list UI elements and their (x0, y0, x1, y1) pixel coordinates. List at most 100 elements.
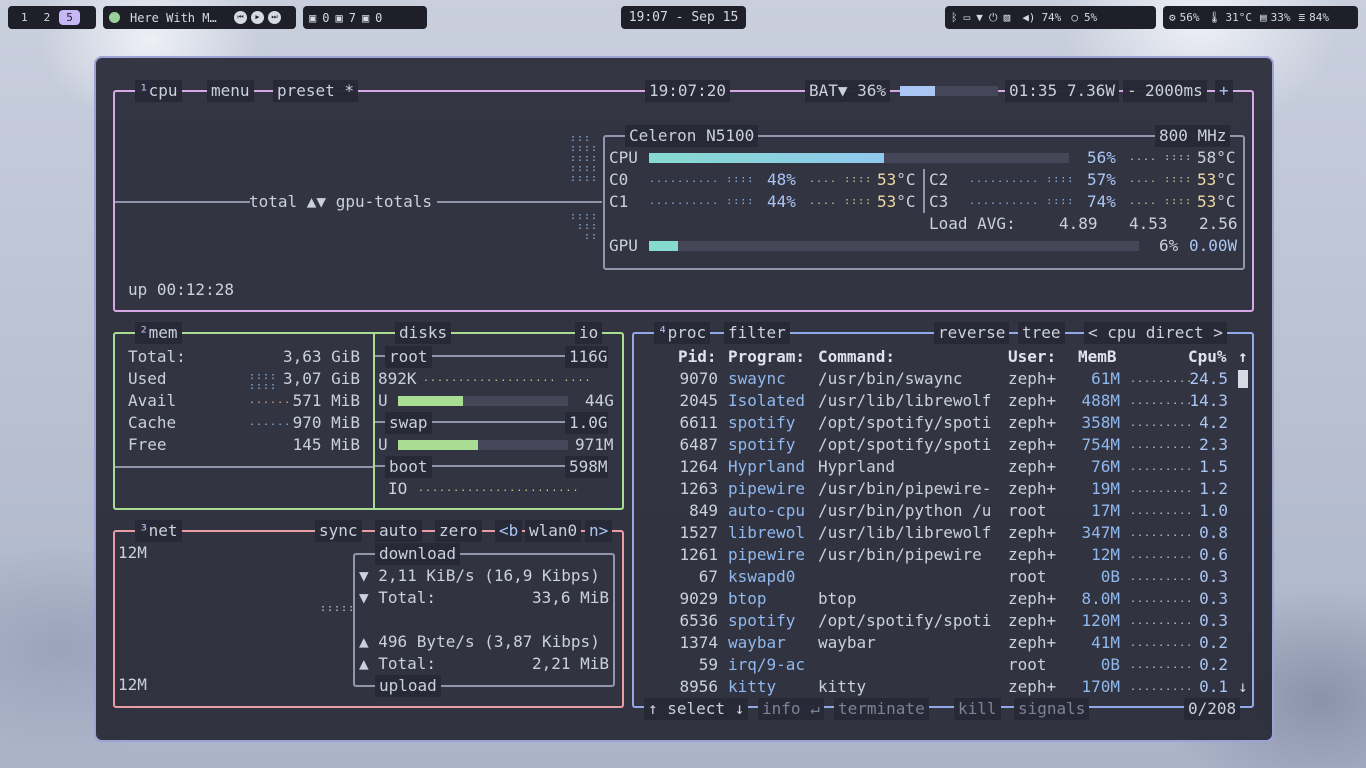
table-row[interactable]: 67 kswapd0 root 0B 0.3......... (634, 566, 1234, 588)
pid-header[interactable]: Pid: (678, 346, 717, 368)
next-track-icon[interactable]: ⏭ (268, 11, 281, 24)
io-tab[interactable]: io (575, 322, 603, 344)
net-tab[interactable]: ³net (135, 520, 182, 542)
reverse-button[interactable]: reverse (934, 322, 1010, 344)
proc-program: spotify (728, 611, 796, 630)
play-icon[interactable]: ▶ (251, 11, 264, 24)
scroll-up-icon[interactable]: ↑ (1238, 346, 1248, 368)
disk-boot-io-graph: ....................... (418, 483, 580, 494)
table-row[interactable]: 1263 pipewire/usr/bin/pipewire-zeph+ 19M 1.… (634, 478, 1234, 500)
proc-user: zeph+ (1008, 545, 1057, 564)
wifi-icon[interactable]: ▼ (976, 11, 983, 24)
brightness-icon[interactable]: ○ (1071, 11, 1078, 24)
mem-tab[interactable]: ²mem (135, 322, 182, 344)
proc-user: zeph+ (1008, 479, 1057, 498)
proc-cpu: 24.5 (1189, 369, 1228, 388)
preset-tab[interactable]: preset * (273, 80, 359, 102)
bluetooth-icon[interactable]: ᛒ (951, 11, 958, 24)
table-row[interactable]: 1264 Hyprland Hyprland zeph+ 76M 1.5......... (634, 456, 1234, 478)
graph-divider-right (437, 201, 602, 203)
menu-tab[interactable]: menu (207, 80, 254, 102)
mem-used-graph: :::::::: (249, 371, 278, 392)
interval-plus-button[interactable]: + (1215, 80, 1233, 102)
cpu-temperature: 58°C (1197, 148, 1236, 167)
table-row[interactable]: 6536 spotify/opt/spotify/spoti zeph+ 120M 0.… (634, 610, 1234, 632)
table-row[interactable]: 1527 librewol/usr/lib/librewolf zeph+ 347M 0… (634, 522, 1234, 544)
proc-mem: 170M (1081, 677, 1120, 696)
workspace-5[interactable]: 5 (59, 10, 80, 25)
previous-track-icon[interactable]: ⏮ (234, 11, 247, 24)
table-row[interactable]: 2045 Isolated/usr/lib/librewolf zeph+ 488M 1… (634, 390, 1234, 412)
tree-button[interactable]: tree (1018, 322, 1065, 344)
battery-status: 01:35 7.36W (1005, 80, 1119, 102)
select-hint[interactable]: ↑ select ↓ (644, 698, 749, 720)
command-header[interactable]: Command: (818, 346, 895, 368)
tray-count-2: 7 (348, 10, 356, 25)
cpu-tab[interactable]: ¹cpu (135, 80, 182, 102)
mem-total-value: 3,63 GiB (282, 347, 360, 366)
table-row[interactable]: 6611 spotify/opt/spotify/spoti zeph+ 358M 4.… (634, 412, 1234, 434)
memory-usage: 33% (1270, 11, 1291, 24)
info-button[interactable]: info ↵ (758, 698, 824, 720)
proc-user: zeph+ (1008, 611, 1057, 630)
core-c0-graph: .......... :::: (649, 174, 755, 185)
proc-mem: 0B (1100, 567, 1120, 586)
sort-selector[interactable]: < cpu direct > (1084, 322, 1227, 344)
clock[interactable]: 19:07 - Sep 15 (621, 6, 746, 29)
signals-button[interactable]: signals (1014, 698, 1090, 720)
zero-button[interactable]: zero (435, 520, 482, 542)
table-row[interactable]: 1261 pipewire/usr/bin/pipewire zeph+ 12M 0.6… (634, 544, 1234, 566)
filter-button[interactable]: filter (724, 322, 790, 344)
disks-tab[interactable]: disks (395, 322, 452, 344)
battery-icon[interactable]: ▭ (964, 11, 971, 24)
proc-user: zeph+ (1008, 677, 1057, 696)
proc-cpu-graph: ......... (1130, 594, 1194, 605)
download-total-label: ▼ Total: (359, 588, 437, 607)
mem-avail-value: 571 MiB (292, 391, 360, 410)
previous-interface-button[interactable]: <b (495, 520, 523, 542)
core-c1-temp: 53°C (877, 192, 916, 211)
proc-user: zeph+ (1008, 523, 1057, 542)
next-interface-button[interactable]: n> (585, 520, 613, 542)
image-icon[interactable]: ▨ (1004, 11, 1011, 24)
table-row[interactable]: 849 auto-cpu/usr/bin/python /u root 17M 1.0.… (634, 500, 1234, 522)
proc-program: kswapd0 (728, 567, 796, 586)
gpu-power: 0.00W (1189, 236, 1238, 255)
proc-header: Pid: Program: Command: User: MemB Cpu% ↑ (634, 346, 1248, 368)
gpu-label: GPU (609, 236, 638, 255)
media-title: Here With M… (130, 10, 217, 25)
proc-user: zeph+ (1008, 589, 1057, 608)
auto-button[interactable]: auto (375, 520, 422, 542)
proc-tab[interactable]: ⁴proc (654, 322, 711, 344)
user-header[interactable]: User: (1008, 346, 1056, 368)
interval-minus-button[interactable]: - (1123, 80, 1141, 102)
cpu-header[interactable]: Cpu% (1188, 346, 1227, 368)
proc-cpu: 0.3 (1199, 567, 1228, 586)
volume-icon[interactable]: ◀) (1022, 11, 1035, 24)
table-row[interactable]: 1374 waybar waybar zeph+ 41M 0.2......... (634, 632, 1234, 654)
program-header[interactable]: Program: (728, 346, 805, 368)
proc-user: zeph+ (1008, 457, 1057, 476)
table-row[interactable]: 8956 kitty kitty zeph+ 170M 0.1......... (634, 676, 1234, 698)
scrollbar-thumb[interactable] (1238, 370, 1248, 388)
terminate-button[interactable]: terminate (834, 698, 929, 720)
kill-button[interactable]: kill (954, 698, 1001, 720)
load-5m: 4.53 (1129, 214, 1168, 233)
table-row[interactable]: 6487 spotify/opt/spotify/spoti zeph+ 754M 2.… (634, 434, 1234, 456)
workspace-1[interactable]: 1 (14, 10, 35, 25)
table-row[interactable]: 59 irq/9-ac root 0B 0.2......... (634, 654, 1234, 676)
clock-tab: 19:07:20 (645, 80, 731, 102)
proc-cpu-graph: ......... (1130, 484, 1194, 495)
table-row[interactable]: 9070 swaync/usr/bin/swaync zeph+ 61M 24.5...… (634, 368, 1234, 390)
mem-box: ²mem disks io Total: 3,63 GiB Used :::::… (113, 322, 624, 510)
sync-button[interactable]: sync (315, 520, 362, 542)
mem-header[interactable]: MemB (1078, 346, 1117, 368)
workspace-2[interactable]: 2 (37, 10, 58, 25)
scroll-down-icon[interactable]: ↓ (1238, 676, 1248, 698)
net-stats-box: download upload ▼ 2,11 KiB/s (16,9 Kibps… (353, 543, 615, 697)
table-row[interactable]: 9029 btop btop zeph+ 8.0M 0.3......... (634, 588, 1234, 610)
tray-counters: ▣ 0 ▣ 7 ▣ 0 (303, 6, 427, 29)
upload-rate: ▲ 496 Byte/s (3,87 Kibps) (359, 632, 600, 651)
power-icon[interactable]: ⏻ (989, 11, 998, 25)
brightness-level: 5% (1083, 11, 1098, 24)
